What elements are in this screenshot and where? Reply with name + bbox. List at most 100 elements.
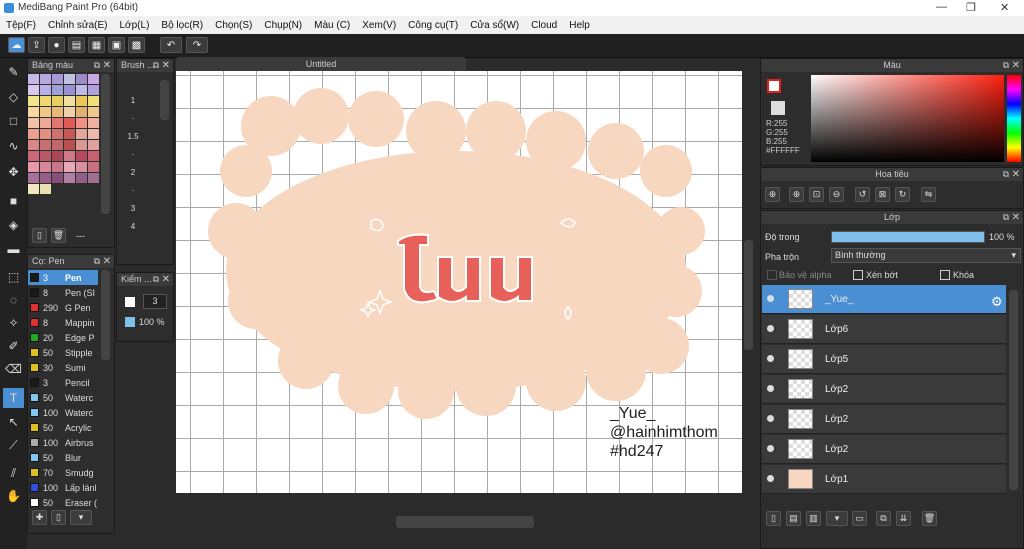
menu-edit[interactable]: Chỉnh sửa(E) <box>42 20 114 31</box>
lasso-icon[interactable]: ◌ <box>3 290 24 310</box>
brush-item[interactable]: 20 Edge P <box>28 330 98 345</box>
palette-swatch[interactable] <box>64 74 75 84</box>
brush-size-item[interactable]: 4 <box>119 222 147 240</box>
menu-help[interactable]: Help <box>563 20 596 31</box>
brush-item[interactable]: 100 Airbrus <box>28 435 98 450</box>
palette-scrollbar[interactable] <box>101 74 110 214</box>
brush-menu-icon[interactable]: ▾ <box>70 510 92 525</box>
popout-icon[interactable]: ⧉ <box>94 255 100 268</box>
palette-swatch[interactable] <box>28 74 39 84</box>
chat-icon[interactable]: ● <box>48 37 65 53</box>
manga-icon[interactable]: ▣ <box>108 37 125 53</box>
palette-swatch[interactable] <box>28 173 39 183</box>
brush-size-item[interactable]: 3 <box>119 204 147 222</box>
popout-icon[interactable]: ⧉ <box>1003 59 1009 72</box>
palette-swatch[interactable] <box>64 96 75 106</box>
palette-swatch[interactable] <box>64 107 75 117</box>
close-icon[interactable]: ✕ <box>162 59 170 72</box>
eyedropper-icon[interactable]: ⟋ <box>3 435 24 455</box>
palette-swatch[interactable] <box>40 173 51 183</box>
brush-item[interactable]: 8 Pen (SI <box>28 285 98 300</box>
brush-item[interactable]: 50 Stipple <box>28 345 98 360</box>
merge-layer-icon[interactable]: ⇊ <box>896 511 911 526</box>
palette-swatch[interactable] <box>76 173 87 183</box>
palette-swatch[interactable] <box>28 184 39 194</box>
flip-icon[interactable]: ⇋ <box>921 187 936 202</box>
palette-swatch[interactable] <box>76 107 87 117</box>
visibility-eye-icon[interactable] <box>767 355 774 362</box>
palette-swatch[interactable] <box>28 162 39 172</box>
palette-swatch[interactable] <box>64 151 75 161</box>
new-layer-icon[interactable]: ▯ <box>766 511 781 526</box>
visibility-eye-icon[interactable] <box>767 325 774 332</box>
undo-icon[interactable]: ↶ <box>160 37 182 53</box>
folder-icon[interactable]: ▭ <box>852 511 867 526</box>
visibility-eye-icon[interactable] <box>767 415 774 422</box>
background-color-swatch[interactable] <box>771 101 785 115</box>
palette-swatch[interactable] <box>40 129 51 139</box>
close-icon[interactable]: ✕ <box>1012 211 1020 224</box>
layer-settings-gear-icon[interactable]: ⚙ <box>991 294 1003 310</box>
palette-swatch[interactable] <box>52 173 63 183</box>
palette-swatch[interactable] <box>52 129 63 139</box>
brush-item[interactable]: 50 Eraser ( <box>28 495 98 510</box>
layer-row[interactable]: Lớp1 <box>762 465 1006 494</box>
new-brush-icon[interactable]: ▯ <box>51 510 66 525</box>
brush-item[interactable]: 50 Blur <box>28 450 98 465</box>
brush-item[interactable]: 100 Lấp lánl <box>28 480 98 495</box>
palette-swatch[interactable] <box>64 162 75 172</box>
palette-swatch[interactable] <box>88 74 99 84</box>
magic-wand-icon[interactable]: ✧ <box>3 313 24 333</box>
comment-icon[interactable]: ▤ <box>68 37 85 53</box>
palette-swatch[interactable] <box>76 151 87 161</box>
blend-mode-select[interactable]: Bình thường ▾ <box>831 248 1021 263</box>
text-icon[interactable]: T <box>3 388 24 408</box>
cloud-icon[interactable]: ☁ <box>8 37 25 53</box>
clipping-checkbox[interactable] <box>853 270 863 280</box>
canvas-horizontal-scrollbar[interactable] <box>396 516 534 528</box>
add-brush-icon[interactable]: ✚ <box>32 510 47 525</box>
palette-swatch[interactable] <box>52 118 63 128</box>
palette-swatch[interactable] <box>64 129 75 139</box>
palette-swatch[interactable] <box>64 140 75 150</box>
gradient-icon[interactable]: ▬ <box>3 239 24 259</box>
brush-size-item[interactable]: · <box>119 186 147 204</box>
menu-tools[interactable]: Công cụ(T) <box>402 20 464 31</box>
brush-size-item[interactable]: 1 <box>119 96 147 114</box>
brush-item[interactable]: 50 Acrylic <box>28 420 98 435</box>
brush-list-scrollbar[interactable] <box>101 270 110 360</box>
rotate-left-icon[interactable]: ↺ <box>855 187 870 202</box>
palette-swatch[interactable] <box>28 118 39 128</box>
palette-swatch[interactable] <box>28 129 39 139</box>
menu-file[interactable]: Tệp(F) <box>0 20 42 31</box>
canvas[interactable]: _Yue_ @hainhimthom #hd247 <box>176 71 742 493</box>
visibility-eye-icon[interactable] <box>767 475 774 482</box>
color-picker-field[interactable] <box>811 75 1004 162</box>
palette-swatch[interactable] <box>28 151 39 161</box>
popout-icon[interactable]: ⧉ <box>94 59 100 72</box>
close-button[interactable]: ✕ <box>1000 1 1009 14</box>
palette-swatch[interactable] <box>28 85 39 95</box>
layer-row[interactable]: Lớp2 <box>762 435 1006 464</box>
operation-icon[interactable]: ↖ <box>3 412 24 432</box>
palette-swatch[interactable] <box>40 162 51 172</box>
hue-slider[interactable] <box>1007 75 1021 162</box>
close-icon[interactable]: ✕ <box>103 255 111 268</box>
menu-filter[interactable]: Bộ lọc(R) <box>155 20 209 31</box>
palette-swatch[interactable] <box>64 85 75 95</box>
fill-rect-icon[interactable]: ■ <box>3 191 24 211</box>
brush-size-item[interactable]: · <box>119 114 147 132</box>
palette-swatch[interactable] <box>28 96 39 106</box>
palette-swatch[interactable] <box>52 96 63 106</box>
palette-swatch[interactable] <box>88 162 99 172</box>
popout-icon[interactable]: ⧉ <box>1003 211 1009 224</box>
brush-size-field[interactable]: 3 <box>143 294 167 309</box>
zoom-out-icon[interactable]: ⊖ <box>829 187 844 202</box>
palette-swatch[interactable] <box>76 140 87 150</box>
palette-swatch[interactable] <box>28 140 39 150</box>
add-color-icon[interactable]: ▯ <box>32 228 47 243</box>
palette-swatch[interactable] <box>40 107 51 117</box>
palette-swatch[interactable] <box>64 173 75 183</box>
palette-swatch[interactable] <box>88 107 99 117</box>
rectangle-icon[interactable]: □ <box>3 111 24 131</box>
